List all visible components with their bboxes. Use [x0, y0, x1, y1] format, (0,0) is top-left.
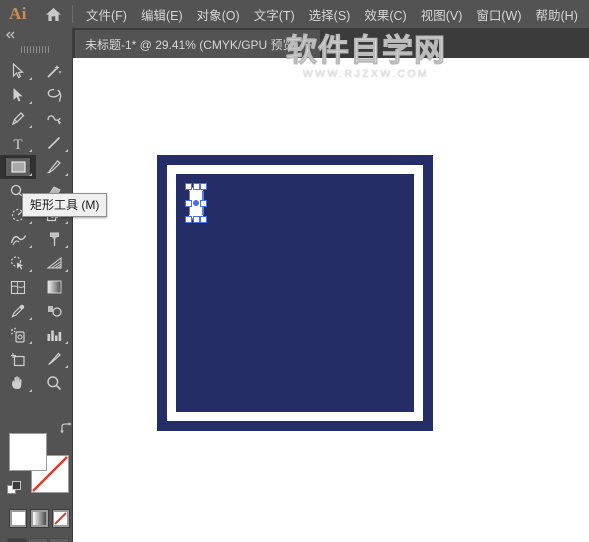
draw-behind-icon[interactable]	[28, 538, 48, 542]
home-icon[interactable]	[36, 0, 70, 28]
tool-tooltip: 矩形工具 (M)	[22, 193, 108, 217]
tool-rectangle[interactable]	[0, 155, 36, 179]
tool-magic-wand[interactable]	[36, 59, 72, 83]
tool-blend[interactable]	[36, 299, 72, 323]
swap-fill-stroke-icon[interactable]	[59, 421, 73, 439]
draw-inside-icon[interactable]	[49, 538, 69, 542]
menu-item-list: 文件(F) 编辑(E) 对象(O) 文字(T) 选择(S) 效果(C) 视图(V…	[79, 1, 585, 28]
bbox-handle-bottom-left[interactable]	[185, 216, 192, 223]
tool-gradient[interactable]	[36, 275, 72, 299]
menu-object[interactable]: 对象(O)	[190, 1, 247, 28]
menu-view[interactable]: 视图(V)	[414, 1, 470, 28]
menu-bar: Ai 文件(F) 编辑(E) 对象(O) 文字(T) 选择(S) 效果(C) 视…	[0, 0, 589, 28]
svg-text:T: T	[13, 137, 22, 151]
tool-lasso[interactable]	[36, 83, 72, 107]
fill-swatch[interactable]	[9, 433, 47, 471]
fill-stroke-swatches	[7, 422, 72, 495]
tool-free-transform[interactable]	[36, 227, 72, 251]
tool-paintbrush[interactable]	[36, 155, 72, 179]
menu-window[interactable]: 窗口(W)	[469, 1, 528, 28]
default-fill-stroke-icon[interactable]	[7, 481, 22, 501]
tools-panel: T	[0, 28, 73, 542]
tool-eyedropper[interactable]	[0, 299, 36, 323]
tool-pen[interactable]	[0, 107, 36, 131]
tool-line-segment[interactable]	[36, 131, 72, 155]
artwork-inner-fill	[176, 174, 414, 412]
selected-rectangle[interactable]	[185, 183, 207, 223]
color-mode-row	[9, 509, 73, 528]
illustrator-window: Ai 文件(F) 编辑(E) 对象(O) 文字(T) 选择(S) 效果(C) 视…	[0, 0, 589, 542]
tool-symbol-sprayer[interactable]	[0, 323, 36, 347]
tool-selection[interactable]	[0, 59, 36, 83]
tool-grid: T	[0, 59, 72, 395]
tool-artboard[interactable]	[0, 347, 36, 371]
bbox-handle-top-center[interactable]	[192, 183, 200, 190]
color-mode-solid[interactable]	[9, 509, 28, 528]
bbox-handle-bottom-center[interactable]	[192, 216, 200, 223]
double-chevron-left-icon[interactable]	[0, 28, 72, 42]
bbox-handle-bottom-right[interactable]	[200, 216, 207, 223]
color-mode-gradient[interactable]	[30, 509, 49, 528]
tool-hand[interactable]	[0, 371, 36, 395]
tool-curvature[interactable]	[36, 107, 72, 131]
bbox-handle-middle-left[interactable]	[185, 199, 192, 207]
tool-direct-selection[interactable]	[0, 83, 36, 107]
menu-file[interactable]: 文件(F)	[79, 1, 134, 28]
document-tab-strip: 未标题-1* @ 29.41% (CMYK/GPU 预览) ×	[0, 28, 589, 58]
bbox-handle-top-left[interactable]	[185, 183, 192, 190]
app-logo: Ai	[9, 4, 27, 23]
close-icon[interactable]: ×	[306, 38, 312, 50]
menu-help[interactable]: 帮助(H)	[529, 1, 585, 28]
tool-type[interactable]: T	[0, 131, 36, 155]
tool-shape-builder[interactable]	[0, 251, 36, 275]
tool-slice[interactable]	[36, 347, 72, 371]
bbox-handle-top-right[interactable]	[200, 183, 207, 190]
tool-mesh[interactable]	[0, 275, 36, 299]
menu-effect[interactable]: 效果(C)	[357, 1, 413, 28]
canvas-area[interactable]	[73, 58, 589, 542]
drag-grip-icon[interactable]	[0, 42, 72, 56]
artwork-navy-framed-square[interactable]	[157, 155, 433, 431]
tool-column-graph[interactable]	[36, 323, 72, 347]
draw-normal-icon[interactable]	[7, 538, 27, 542]
tool-width[interactable]	[0, 227, 36, 251]
tool-perspective-grid[interactable]	[36, 251, 72, 275]
draw-mode-row	[7, 538, 73, 542]
menu-type[interactable]: 文字(T)	[247, 1, 302, 28]
center-anchor-point[interactable]	[193, 200, 199, 206]
menu-divider	[72, 5, 73, 23]
menu-edit[interactable]: 编辑(E)	[134, 1, 190, 28]
document-tab[interactable]: 未标题-1* @ 29.41% (CMYK/GPU 预览) ×	[75, 30, 320, 58]
bbox-handle-middle-right[interactable]	[200, 199, 207, 207]
tool-zoom[interactable]	[36, 371, 72, 395]
document-tab-title: 未标题-1* @ 29.41% (CMYK/GPU 预览)	[85, 37, 299, 52]
menu-select[interactable]: 选择(S)	[302, 1, 358, 28]
color-controls	[0, 408, 73, 542]
color-mode-none[interactable]	[51, 509, 70, 528]
